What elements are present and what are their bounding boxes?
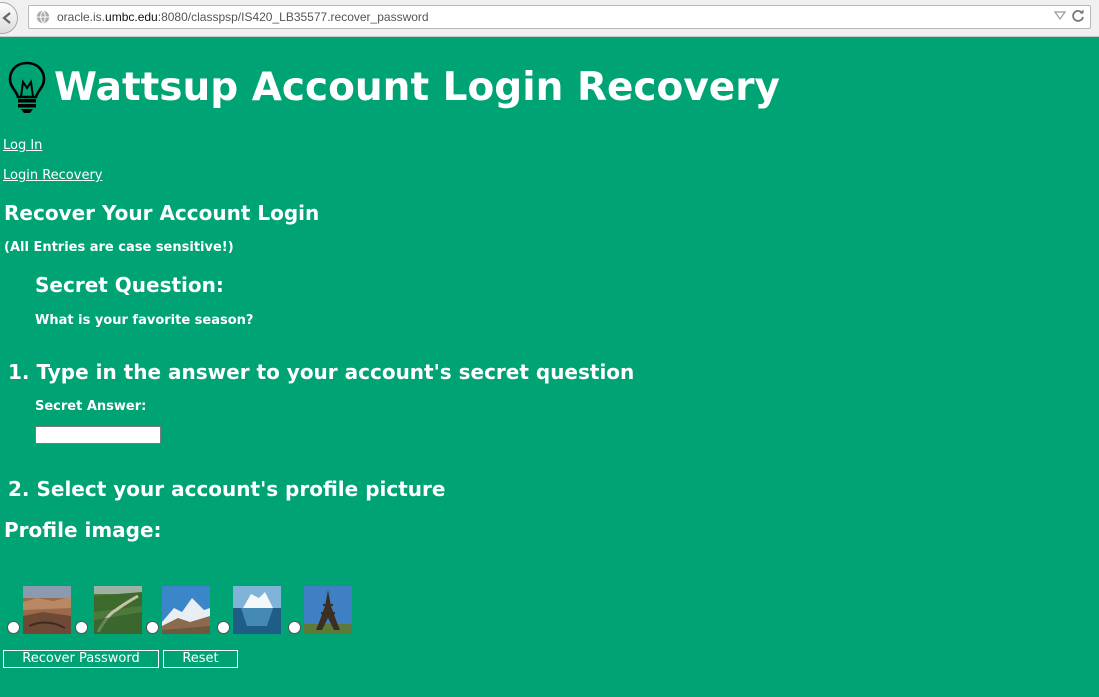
recover-heading: Recover Your Account Login (4, 201, 320, 225)
page-title: Wattsup Account Login Recovery (54, 64, 780, 110)
secret-question-heading: Secret Question: (35, 273, 224, 297)
lightbulb-icon (8, 61, 46, 113)
secret-answer-input[interactable] (35, 426, 161, 444)
browser-toolbar: oracle.is.umbc.edu:8080/classpsp/IS420_L… (0, 0, 1099, 37)
reload-icon[interactable] (1071, 9, 1085, 23)
profile-radio-2[interactable] (75, 621, 88, 634)
profile-radio-1[interactable] (7, 621, 20, 634)
url-prefix: oracle.is. (57, 10, 106, 24)
address-bar[interactable]: oracle.is.umbc.edu:8080/classpsp/IS420_L… (28, 5, 1091, 29)
secret-question-text: What is your favorite season? (35, 313, 254, 328)
case-sensitive-note: (All Entries are case sensitive!) (4, 240, 234, 255)
eiffel-tower-image (304, 586, 352, 634)
page-header: Wattsup Account Login Recovery (6, 60, 780, 114)
profile-radio-5[interactable] (288, 621, 301, 634)
secret-answer-label: Secret Answer: (35, 399, 147, 414)
login-link[interactable]: Log In (3, 138, 42, 153)
canyon-image (23, 586, 71, 634)
step2-heading: 2. Select your account's profile picture (8, 477, 446, 501)
url-suffix: :8080/classpsp/IS420_LB35577.recover_pas… (157, 10, 429, 24)
iceberg-image (233, 586, 281, 634)
profile-image-label: Profile image: (4, 518, 162, 542)
login-recovery-link[interactable]: Login Recovery (3, 168, 102, 183)
mountain-image (162, 586, 210, 634)
globe-icon (36, 10, 50, 24)
profile-radio-4[interactable] (217, 621, 230, 634)
dropdown-arrow-icon[interactable] (1054, 11, 1066, 21)
great-wall-image (94, 586, 142, 634)
url-domain: umbc.edu (105, 10, 158, 24)
recover-password-button[interactable]: Recover Password (3, 650, 159, 668)
reset-button[interactable]: Reset (163, 650, 238, 668)
back-button[interactable] (0, 2, 18, 34)
back-arrow-icon (2, 12, 11, 24)
step1-heading: 1. Type in the answer to your account's … (8, 360, 635, 384)
profile-radio-3[interactable] (146, 621, 159, 634)
url-text: oracle.is.umbc.edu:8080/classpsp/IS420_L… (57, 10, 429, 24)
